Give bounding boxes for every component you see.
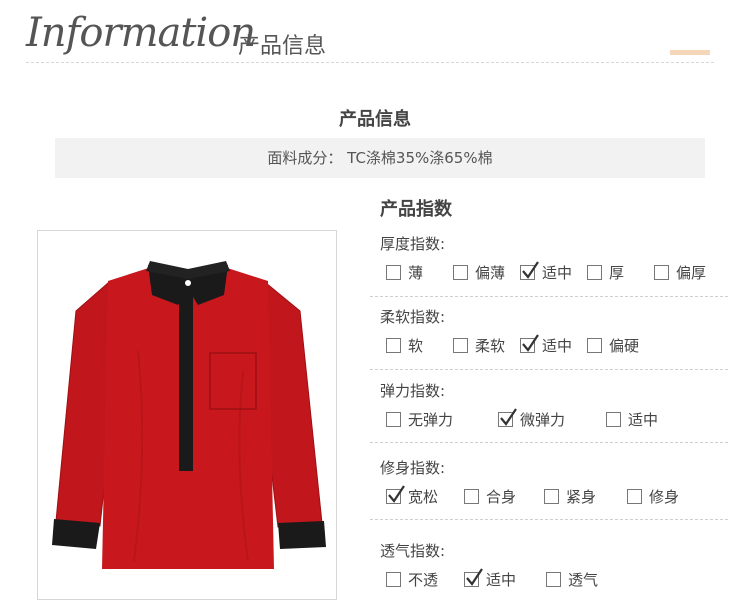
option-label: 适中 [486,570,517,589]
index-label: 弹力指数: [380,382,446,400]
thickness-index: 厚度指数: 薄 偏薄 适中 厚 偏厚 [380,234,730,282]
option-label: 宽松 [408,487,439,506]
index-label: 厚度指数: [380,235,446,253]
option-thick[interactable]: 厚 [587,262,624,282]
check-icon [500,407,517,426]
check-icon [388,484,405,503]
option-label: 微弹力 [520,410,566,429]
option-label: 偏薄 [475,263,506,282]
option-label: 薄 [408,263,424,282]
option-label: 不透 [408,570,439,589]
divider [370,296,728,297]
option-thin[interactable]: 薄 [386,262,423,282]
check-icon [466,567,483,586]
checkbox-checked[interactable] [520,260,539,280]
option-stiff[interactable]: 偏硬 [587,335,639,355]
option-slim[interactable]: 修身 [627,486,679,506]
option-label: 适中 [542,336,573,355]
option-label: 厚 [609,263,625,282]
header-script-title: Information [26,10,256,56]
option-label: 适中 [542,263,573,282]
header-divider [26,62,714,63]
checkbox[interactable] [386,571,401,587]
checkbox[interactable] [587,337,602,353]
option-moderate[interactable]: 适中 [520,333,573,355]
option-slightly-thin[interactable]: 偏薄 [453,262,505,282]
header-accent-bar [670,50,710,55]
option-fitted[interactable]: 合身 [464,486,516,506]
checkbox[interactable] [546,571,561,587]
checkbox[interactable] [654,264,669,280]
option-label: 无弹力 [408,410,454,429]
checkbox[interactable] [464,488,479,504]
index-label: 修身指数: [380,459,446,477]
index-label: 柔软指数: [380,308,446,326]
red-shirt-illustration [52,261,326,569]
option-soft[interactable]: 软 [386,335,423,355]
option-no-stretch[interactable]: 无弹力 [386,409,453,429]
option-moderate[interactable]: 适中 [520,260,573,282]
softness-index: 柔软指数: 软 柔软 适中 偏硬 [380,307,730,355]
checkbox[interactable] [386,264,401,280]
breathability-index: 透气指数: 不透 适中 透气 [380,541,730,589]
check-icon [522,260,539,279]
checkbox-checked[interactable] [386,484,405,504]
checkbox-checked[interactable] [520,333,539,353]
fabric-composition: 面料成分： TC涤棉35%涤65%棉 [55,138,705,178]
option-label: 偏硬 [609,336,640,355]
checkbox[interactable] [627,488,642,504]
option-slightly-thick[interactable]: 偏厚 [654,262,706,282]
option-label: 软 [408,336,424,355]
option-moderate[interactable]: 适中 [464,567,517,589]
checkbox-checked[interactable] [498,407,517,427]
divider [370,369,728,370]
option-label: 偏厚 [676,263,707,282]
check-icon [522,333,539,352]
fit-index: 修身指数: 宽松 合身 紧身 修身 [380,458,730,506]
checkbox[interactable] [453,337,468,353]
option-slight-stretch[interactable]: 微弹力 [498,407,566,429]
option-label: 适中 [628,410,659,429]
option-label: 修身 [649,487,680,506]
product-info-title: 产品信息 [339,109,411,130]
option-tight[interactable]: 紧身 [544,486,596,506]
product-index-title: 产品指数 [380,199,452,220]
checkbox-checked[interactable] [464,567,483,587]
index-label: 透气指数: [380,542,446,560]
option-breathable[interactable]: 透气 [546,569,598,589]
checkbox[interactable] [386,411,401,427]
divider [370,519,728,520]
option-not-breathable[interactable]: 不透 [386,569,438,589]
product-image [37,230,337,600]
divider [370,442,728,443]
option-label: 合身 [486,487,517,506]
header-title: 产品信息 [238,34,327,59]
checkbox[interactable] [453,264,468,280]
checkbox[interactable] [544,488,559,504]
checkbox[interactable] [606,411,621,427]
option-loose[interactable]: 宽松 [386,484,439,506]
option-moderate[interactable]: 适中 [606,409,658,429]
elasticity-index: 弹力指数: 无弹力 微弹力 适中 [380,381,730,429]
option-label: 透气 [568,570,599,589]
checkbox[interactable] [587,264,602,280]
option-label: 紧身 [566,487,597,506]
checkbox[interactable] [386,337,401,353]
option-label: 柔软 [475,336,506,355]
option-supple[interactable]: 柔软 [453,335,505,355]
